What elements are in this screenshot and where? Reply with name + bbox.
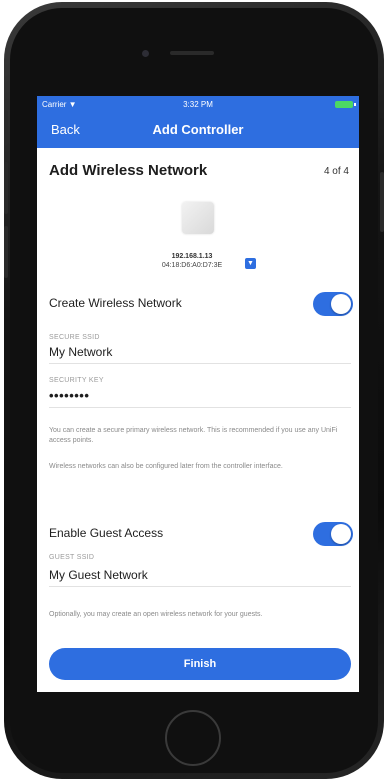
device-ip: 192.168.1.13 <box>171 253 213 260</box>
status-bar: Carrier ▼ 3:32 PM <box>37 98 359 112</box>
earpiece-speaker <box>170 51 214 55</box>
guest-help-text: Optionally, you may create an open wirel… <box>49 611 263 618</box>
content-area: Add Wireless Network 4 of 4 192.168.1.13… <box>37 148 359 692</box>
toggle-knob <box>331 294 351 314</box>
page-title: Add Wireless Network <box>49 162 208 179</box>
ssid-caption: SECURE SSID <box>49 334 100 341</box>
home-button[interactable] <box>165 710 221 766</box>
device-mac: 04:18:D6:A0:D7:3E <box>161 262 223 269</box>
guest-access-toggle[interactable] <box>313 522 353 546</box>
nav-title: Add Controller <box>152 122 244 137</box>
wireless-help-text: You can create a secure primary wireless… <box>49 427 338 444</box>
status-time: 3:32 PM <box>183 100 213 109</box>
security-key-input[interactable]: •••••••• <box>49 388 351 408</box>
power-button <box>380 172 384 232</box>
device-image <box>182 202 214 234</box>
guest-ssid-input[interactable]: My Guest Network <box>49 568 351 587</box>
step-indicator: 4 of 4 <box>323 166 349 177</box>
guest-access-label: Enable Guest Access <box>49 526 164 540</box>
volume-down-button <box>4 226 8 278</box>
volume-up-button <box>4 162 8 214</box>
guest-ssid-caption: GUEST SSID <box>49 554 95 561</box>
app-screen: Carrier ▼ 3:32 PM Back Add Controller Ad… <box>37 96 359 692</box>
battery-icon <box>335 101 356 108</box>
ssid-input[interactable]: My Network <box>49 345 351 364</box>
toggle-knob <box>331 524 351 544</box>
mute-switch <box>4 110 8 138</box>
create-wireless-toggle[interactable] <box>313 292 353 316</box>
create-wireless-label: Create Wireless Network <box>49 296 182 310</box>
front-camera <box>142 50 149 57</box>
wireless-config-note: Wireless networks can also be configured… <box>49 463 283 470</box>
dropdown-icon[interactable]: ▼ <box>245 258 256 269</box>
security-key-caption: SECURITY KEY <box>49 377 104 384</box>
navigation-bar: Carrier ▼ 3:32 PM Back Add Controller <box>37 96 359 148</box>
finish-button[interactable]: Finish <box>49 648 351 680</box>
